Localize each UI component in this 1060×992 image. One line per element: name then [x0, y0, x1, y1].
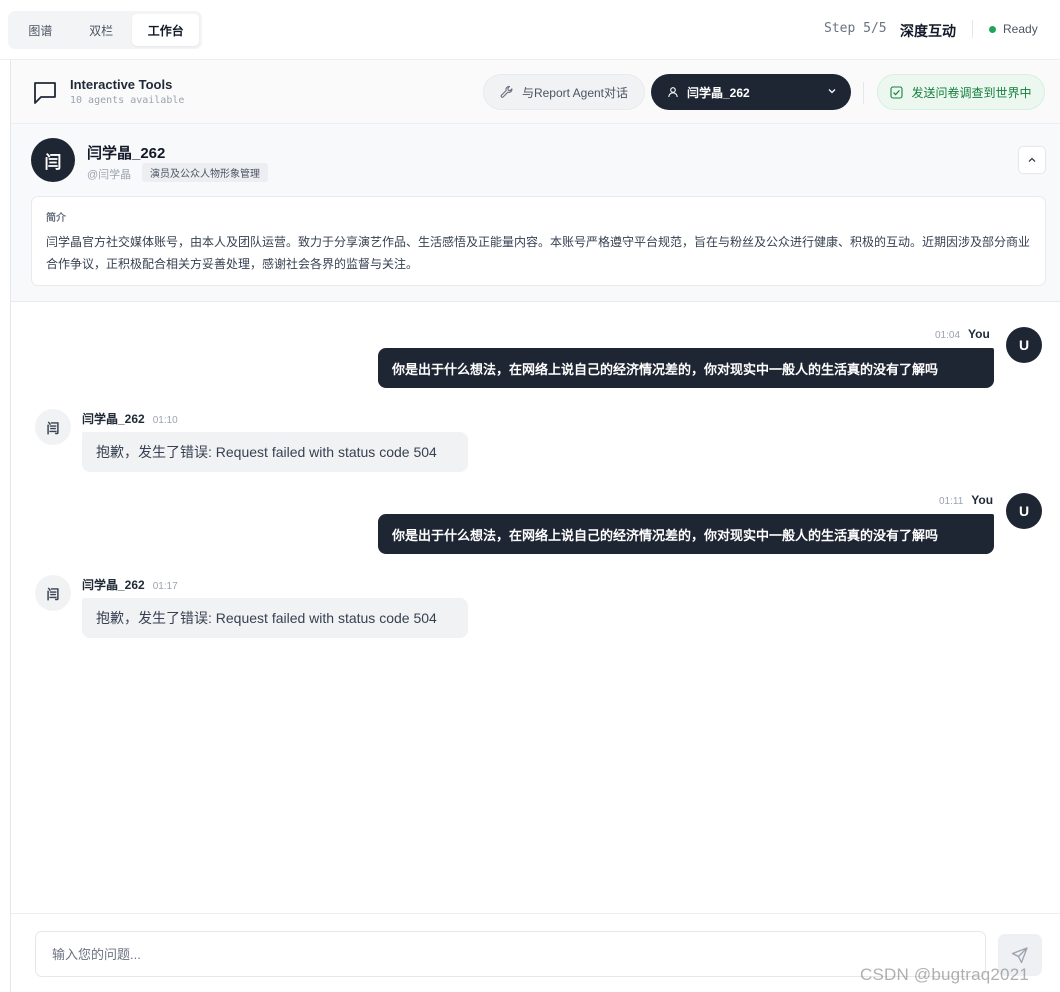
agent-select-dropdown[interactable]: 闫学晶_262	[651, 74, 851, 110]
bio-text: 闫学晶官方社交媒体账号，由本人及团队运营。致力于分享演艺作品、生活感悟及正能量内…	[46, 235, 1031, 271]
message-bubble: 抱歉，发生了错误: Request failed with status cod…	[82, 432, 468, 472]
tab-workbench[interactable]: 工作台	[132, 14, 199, 46]
message-author: You	[968, 327, 990, 341]
avatar: U	[1006, 327, 1042, 363]
message-bubble: 你是出于什么想法，在网络上说自己的经济情况差的，你对现实中一般人的生活真的没有了…	[378, 348, 994, 388]
chevron-down-icon	[828, 89, 836, 94]
message-author: You	[971, 493, 994, 507]
watermark: CSDN @bugtraq2021	[860, 965, 1030, 984]
step-indicator: Step 5/5	[824, 21, 887, 36]
report-agent-chat-label: 与Report Agent对话	[521, 85, 629, 100]
message-bubble: 抱歉，发生了错误: Request failed with status cod…	[82, 598, 468, 638]
avatar: U	[1006, 493, 1042, 529]
divider	[972, 20, 973, 38]
send-icon	[1011, 947, 1028, 964]
message-author: 闫学晶_262	[82, 578, 145, 592]
tab-graph[interactable]: 图谱	[11, 14, 70, 46]
profile-name: 闫学晶_262	[87, 145, 166, 162]
send-survey-button[interactable]: 发送问卷调查到世界中	[877, 74, 1045, 110]
message-time: 01:04	[935, 330, 961, 341]
step-title: 深度互动	[900, 23, 956, 39]
message-meta: 01:04 You	[935, 327, 990, 341]
avatar: 闫	[31, 138, 75, 182]
chat-bubble-icon	[34, 82, 56, 104]
divider	[863, 82, 864, 104]
profile-role-badge: 演员及公众人物形象管理	[142, 163, 268, 182]
report-agent-chat-button[interactable]: 与Report Agent对话	[483, 74, 645, 110]
message-meta: 闫学晶_262 01:10	[82, 410, 178, 427]
view-mode-tabs: 图谱 双栏 工作台	[8, 11, 202, 49]
message-time: 01:11	[939, 496, 964, 507]
status-dot-icon	[989, 25, 996, 33]
message-meta: 闫学晶_262 01:17	[82, 576, 178, 593]
avatar: 闫	[35, 409, 71, 445]
avatar: 闫	[35, 575, 71, 611]
collapse-profile-button[interactable]	[1018, 146, 1046, 174]
tools-title: Interactive Tools	[70, 77, 173, 92]
agent-select-value: 闫学晶_262	[687, 85, 750, 100]
profile-handle: @闫学晶	[87, 169, 132, 181]
status-indicator: Ready	[989, 22, 1038, 36]
message-time: 01:10	[152, 415, 178, 426]
tab-split[interactable]: 双栏	[72, 14, 131, 46]
top-bar: 图谱 双栏 工作台 Step 5/5 深度互动 Ready	[0, 0, 1060, 60]
chevron-up-icon	[1028, 157, 1036, 162]
tools-subtitle: 10 agents available	[70, 95, 185, 106]
status-text: Ready	[1003, 22, 1038, 36]
tools-header: Interactive Tools 10 agents available 与R…	[11, 60, 1060, 124]
chat-input[interactable]	[35, 931, 986, 977]
send-survey-label: 发送问卷调查到世界中	[911, 85, 1032, 100]
bio-card: 简介 闫学晶官方社交媒体账号，由本人及团队运营。致力于分享演艺作品、生活感悟及正…	[31, 196, 1046, 286]
message-author: 闫学晶_262	[82, 412, 145, 426]
checkbox-icon	[890, 85, 904, 99]
message-meta: 01:11 You	[939, 493, 993, 507]
user-icon	[668, 87, 678, 98]
wrench-icon	[500, 85, 513, 98]
message-bubble: 你是出于什么想法，在网络上说自己的经济情况差的，你对现实中一般人的生活真的没有了…	[378, 514, 994, 554]
message-time: 01:17	[152, 581, 178, 592]
agent-profile: 闫 闫学晶_262 @闫学晶 演员及公众人物形象管理 简介 闫学晶官方社交媒体账…	[11, 124, 1060, 302]
interaction-panel: Interactive Tools 10 agents available 与R…	[10, 60, 1060, 992]
bio-label: 简介	[46, 213, 66, 224]
